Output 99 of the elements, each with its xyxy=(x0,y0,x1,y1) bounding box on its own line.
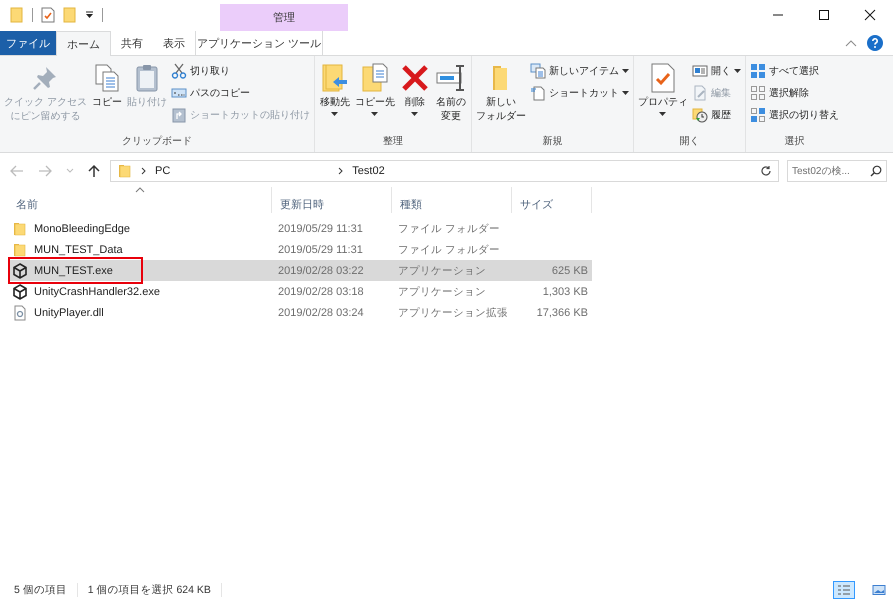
up-icon[interactable] xyxy=(88,164,100,178)
shortcut-icon xyxy=(530,84,546,100)
date-cell-text: 2019/05/29 11:31 xyxy=(277,242,364,258)
help-icon[interactable] xyxy=(867,35,883,51)
chevron-icon xyxy=(338,167,344,175)
thumbnails-view-icon xyxy=(872,584,886,596)
rename-icon xyxy=(434,62,467,94)
file-row[interactable]: MUN_TEST_Data 2019/05/29 11:31 ファイル フォルダー xyxy=(8,239,592,260)
type-cell-text: アプリケーション拡張 xyxy=(397,306,509,320)
file-row[interactable]: MUN_TEST.exe 2019/02/28 03:22 アプリケーション 625 KB xyxy=(8,260,592,281)
context-tab[interactable]: アプリケーション ツール xyxy=(195,31,323,55)
history-icon xyxy=(692,106,708,122)
unity-icon xyxy=(12,262,28,278)
view-button[interactable] xyxy=(833,581,855,599)
ribbon-tab[interactable]: 共有 xyxy=(111,31,153,55)
ribbon-button[interactable]: すべて選択 xyxy=(748,60,841,81)
type-cell-text: ファイル フォルダー xyxy=(397,222,501,236)
open-icon xyxy=(692,62,708,78)
search-field[interactable]: Test02の検... xyxy=(787,160,887,182)
group-label: 整理 xyxy=(382,135,404,149)
caret-icon xyxy=(331,112,338,116)
close-icon[interactable] xyxy=(864,9,876,21)
item-count: 5 個の項目 xyxy=(14,583,67,597)
maximize-icon[interactable] xyxy=(818,9,830,21)
folder-icon xyxy=(10,7,24,23)
date-cell-text: 2019/02/28 03:22 xyxy=(277,264,365,278)
ribbon-button[interactable]: ショートカット xyxy=(528,82,631,103)
ribbon-button[interactable]: コピー xyxy=(88,60,125,134)
search-icon[interactable] xyxy=(870,165,882,177)
file-row[interactable]: UnityPlayer.dll 2019/02/28 03:24 アプリケーション拡張 17,366 KB xyxy=(8,302,592,323)
folder-icon xyxy=(117,163,133,179)
file-row[interactable]: MonoBleedingEdge 2019/05/29 11:31 ファイル フォルダー xyxy=(8,218,592,239)
group-label: 選択 xyxy=(783,135,806,149)
type-cell-text: アプリケーション xyxy=(397,284,487,300)
size-cell: 17,366 KB xyxy=(536,306,588,318)
ribbon-button[interactable]: 開く xyxy=(690,60,743,81)
caret-icon xyxy=(622,68,629,72)
breadcrumb[interactable]: PC xyxy=(155,165,170,177)
file-row[interactable]: UnityCrashHandler32.exe 2019/02/28 03:18 アプリケーション 1,303 KB xyxy=(8,281,592,302)
caret-icon xyxy=(371,112,378,116)
ribbon-button[interactable]: パスのコピー xyxy=(168,82,312,103)
type-cell-text: ファイル フォルダー xyxy=(397,242,501,258)
details-view-icon xyxy=(837,584,851,596)
sort-ascending-icon xyxy=(134,187,144,193)
properties-icon[interactable] xyxy=(41,7,55,23)
chevron-icon xyxy=(141,167,147,175)
address-bar[interactable]: PC Test02 xyxy=(110,160,779,182)
shortcut-icon xyxy=(170,106,187,122)
column-header[interactable]: 名前 xyxy=(8,187,272,213)
date-cell-text: 2019/02/28 03:24 xyxy=(277,306,365,320)
select-all-icon xyxy=(750,62,766,78)
type-cell-text: アプリケーション xyxy=(397,264,487,278)
unity-icon xyxy=(12,284,28,300)
ribbon-button[interactable]: 削除 xyxy=(396,60,433,134)
caret-icon xyxy=(622,90,629,94)
date-cell-text: 2019/05/29 11:31 xyxy=(277,222,364,236)
dropdown-icon[interactable] xyxy=(85,11,94,19)
ribbon-button[interactable]: 切り取り xyxy=(168,60,312,81)
ribbon-button[interactable]: 新しい フォルダー xyxy=(474,60,528,134)
scissors-icon xyxy=(170,62,187,78)
new-item-icon xyxy=(530,62,546,78)
folder-icon xyxy=(12,220,28,236)
file-name: UnityCrashHandler32.exe xyxy=(34,286,160,298)
ribbon-button[interactable]: コピー先 xyxy=(352,60,397,134)
column-header[interactable]: 更新日時 xyxy=(272,187,392,213)
invert-selection-icon xyxy=(750,106,766,122)
group-label: 開く xyxy=(678,135,700,149)
ribbon-tab[interactable]: ホーム xyxy=(56,31,111,56)
caret-icon xyxy=(411,112,418,116)
ribbon-button[interactable]: 新しいアイテム xyxy=(528,60,631,81)
ribbon-button[interactable]: プロパティ xyxy=(636,60,690,134)
file-name: MUN_TEST.exe xyxy=(34,264,113,276)
file-name: MUN_TEST_Data xyxy=(34,244,123,256)
caret-icon xyxy=(659,112,666,116)
refresh-icon[interactable] xyxy=(760,165,772,177)
selection-info: 1 個の項目を選択 624 KB xyxy=(88,583,211,597)
ribbon-tab[interactable]: 表示 xyxy=(153,31,195,55)
ribbon-button[interactable]: 履歴 xyxy=(690,104,743,125)
file-name: UnityPlayer.dll xyxy=(34,306,104,318)
context-tab-header: 管理 xyxy=(220,4,348,31)
column-header[interactable]: 種類 xyxy=(392,187,512,213)
column-header[interactable]: サイズ xyxy=(512,187,592,213)
file-name: MonoBleedingEdge xyxy=(34,222,130,234)
group-label: クリップボード xyxy=(120,134,193,149)
group-label: 新規 xyxy=(541,134,564,149)
edit-icon xyxy=(692,84,708,100)
ribbon-button[interactable]: 名前の 変更 xyxy=(432,60,469,134)
ribbon-button[interactable]: 選択解除 xyxy=(748,82,841,103)
size-cell: 625 KB xyxy=(552,264,588,276)
collapse-ribbon-icon[interactable] xyxy=(845,39,857,47)
size-cell: 1,303 KB xyxy=(542,286,588,298)
ribbon-button[interactable]: 移動先 xyxy=(316,60,353,134)
ribbon-button[interactable]: 選択の切り替え xyxy=(748,104,841,125)
folder-icon xyxy=(12,242,28,258)
file-tab[interactable]: ファイル xyxy=(0,31,56,55)
breadcrumb[interactable]: Test02 xyxy=(352,165,385,177)
date-cell-text: 2019/02/28 03:18 xyxy=(277,284,365,300)
select-none-icon xyxy=(750,84,766,100)
caret-icon xyxy=(734,68,741,72)
